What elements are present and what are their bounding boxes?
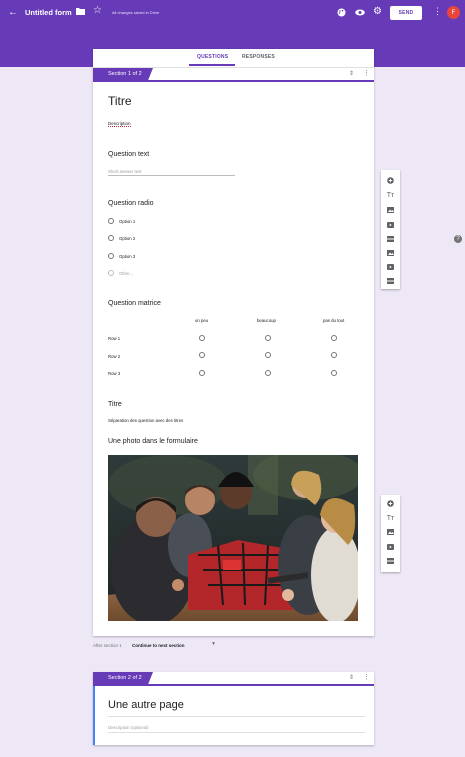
- title-block-description[interactable]: Séparation des question avec des titres: [108, 418, 183, 423]
- section-badge: Section 1 of 2: [93, 68, 153, 80]
- add-video-icon[interactable]: [386, 543, 395, 551]
- form-heading[interactable]: Titre: [108, 94, 132, 108]
- form-description[interactable]: Description: [108, 121, 131, 127]
- title-block-heading[interactable]: Titre: [108, 401, 122, 408]
- chevron-down-icon[interactable]: ▼: [211, 641, 216, 647]
- title-underline: [108, 716, 365, 717]
- question-matrix-title[interactable]: Question matrice: [108, 300, 161, 307]
- active-tab-indicator: [189, 64, 235, 66]
- add-video-icon[interactable]: [386, 221, 395, 229]
- radio-button[interactable]: [108, 270, 114, 276]
- matrix-radio[interactable]: [265, 335, 271, 341]
- drag-handle-icon[interactable]: ⇕: [349, 70, 354, 77]
- settings-gear-icon[interactable]: ⚙: [373, 7, 382, 17]
- add-question-icon[interactable]: [386, 499, 395, 507]
- matrix-radio[interactable]: [331, 335, 337, 341]
- matrix-row-label: Row 2: [108, 354, 121, 359]
- preview-eye-icon[interactable]: [355, 8, 365, 19]
- section-more-icon[interactable]: ⋮: [363, 69, 370, 77]
- question-toolbar: Tт: [381, 170, 400, 289]
- radio-other-option[interactable]: Other...: [119, 271, 133, 276]
- image-block-title[interactable]: Une photo dans le formulaire: [108, 438, 198, 445]
- tab-questions[interactable]: QUESTIONS: [197, 54, 228, 60]
- saved-status: All changes saved in Drive: [112, 10, 160, 15]
- matrix-column-header: un peu: [195, 318, 209, 323]
- question-toolbar: Tт: [381, 495, 400, 572]
- matrix-column-header: beaucoup: [257, 318, 276, 323]
- matrix-row-label: Row 1: [108, 336, 121, 341]
- section-more-icon[interactable]: ⋮: [363, 673, 370, 681]
- section-accent: [93, 80, 374, 82]
- radio-option-label: Option 1: [119, 219, 136, 224]
- section-badge: Section 2 of 2: [93, 672, 153, 684]
- group-photo-illustration: [108, 455, 358, 621]
- matrix-column-header: pas du tout: [323, 318, 345, 323]
- matrix-row-label: Row 3: [108, 371, 121, 376]
- active-section-indicator: [93, 686, 95, 745]
- section-2-card: Section 2 of 2 ⇕ ⋮ Une autre page Descri…: [93, 672, 374, 745]
- add-image-icon[interactable]: [386, 249, 395, 257]
- matrix-radio[interactable]: [331, 370, 337, 376]
- radio-button[interactable]: [108, 235, 114, 241]
- form-photo[interactable]: [108, 455, 358, 621]
- matrix-radio[interactable]: [331, 352, 337, 358]
- tab-divider: [93, 67, 374, 68]
- description-underline: [108, 732, 365, 733]
- add-title-icon[interactable]: Tт: [386, 514, 395, 522]
- tab-bar: QUESTIONS RESPONSES: [93, 49, 374, 66]
- after-section-select[interactable]: Continue to next section: [132, 643, 185, 648]
- star-icon[interactable]: ☆: [93, 6, 102, 16]
- radio-option-label: Option 3: [119, 254, 136, 259]
- radio-button[interactable]: [108, 253, 114, 259]
- more-options-icon[interactable]: ⋮: [433, 7, 442, 16]
- section-2-description[interactable]: Description (optional): [108, 725, 149, 730]
- add-section-icon[interactable]: [386, 277, 395, 285]
- add-video-icon[interactable]: [386, 263, 395, 271]
- add-section-icon[interactable]: [386, 557, 395, 565]
- avatar[interactable]: F: [447, 6, 460, 19]
- radio-option-label: Option 2: [119, 236, 136, 241]
- matrix-radio[interactable]: [199, 335, 205, 341]
- form-title[interactable]: Untitled form: [25, 8, 72, 17]
- send-button[interactable]: SEND: [390, 6, 422, 20]
- folder-icon[interactable]: [76, 7, 85, 17]
- add-title-icon[interactable]: Tт: [386, 191, 395, 199]
- tab-responses[interactable]: RESPONSES: [242, 54, 275, 60]
- short-answer-placeholder[interactable]: Short answer text: [108, 169, 141, 174]
- after-section-label: After section 1: [93, 643, 122, 648]
- add-question-icon[interactable]: [386, 176, 395, 184]
- back-arrow-icon[interactable]: ←: [8, 8, 18, 18]
- help-icon[interactable]: ?: [454, 235, 462, 243]
- matrix-radio[interactable]: [199, 370, 205, 376]
- drag-handle-icon[interactable]: ⇕: [349, 674, 354, 681]
- add-image-icon[interactable]: [386, 528, 395, 536]
- palette-icon[interactable]: [337, 8, 346, 19]
- radio-button[interactable]: [108, 218, 114, 224]
- question-radio-title[interactable]: Question radio: [108, 200, 154, 207]
- add-section-icon[interactable]: [386, 235, 395, 243]
- short-answer-line: [108, 175, 235, 176]
- section-accent: [93, 684, 374, 686]
- section-2-title[interactable]: Une autre page: [108, 699, 184, 711]
- section-1-card: QUESTIONS RESPONSES Section 1 of 2 ⇕ ⋮ T…: [93, 49, 374, 636]
- add-image-icon[interactable]: [386, 206, 395, 214]
- question-text-title[interactable]: Question text: [108, 151, 149, 158]
- matrix-radio[interactable]: [265, 352, 271, 358]
- matrix-radio[interactable]: [199, 352, 205, 358]
- matrix-radio[interactable]: [265, 370, 271, 376]
